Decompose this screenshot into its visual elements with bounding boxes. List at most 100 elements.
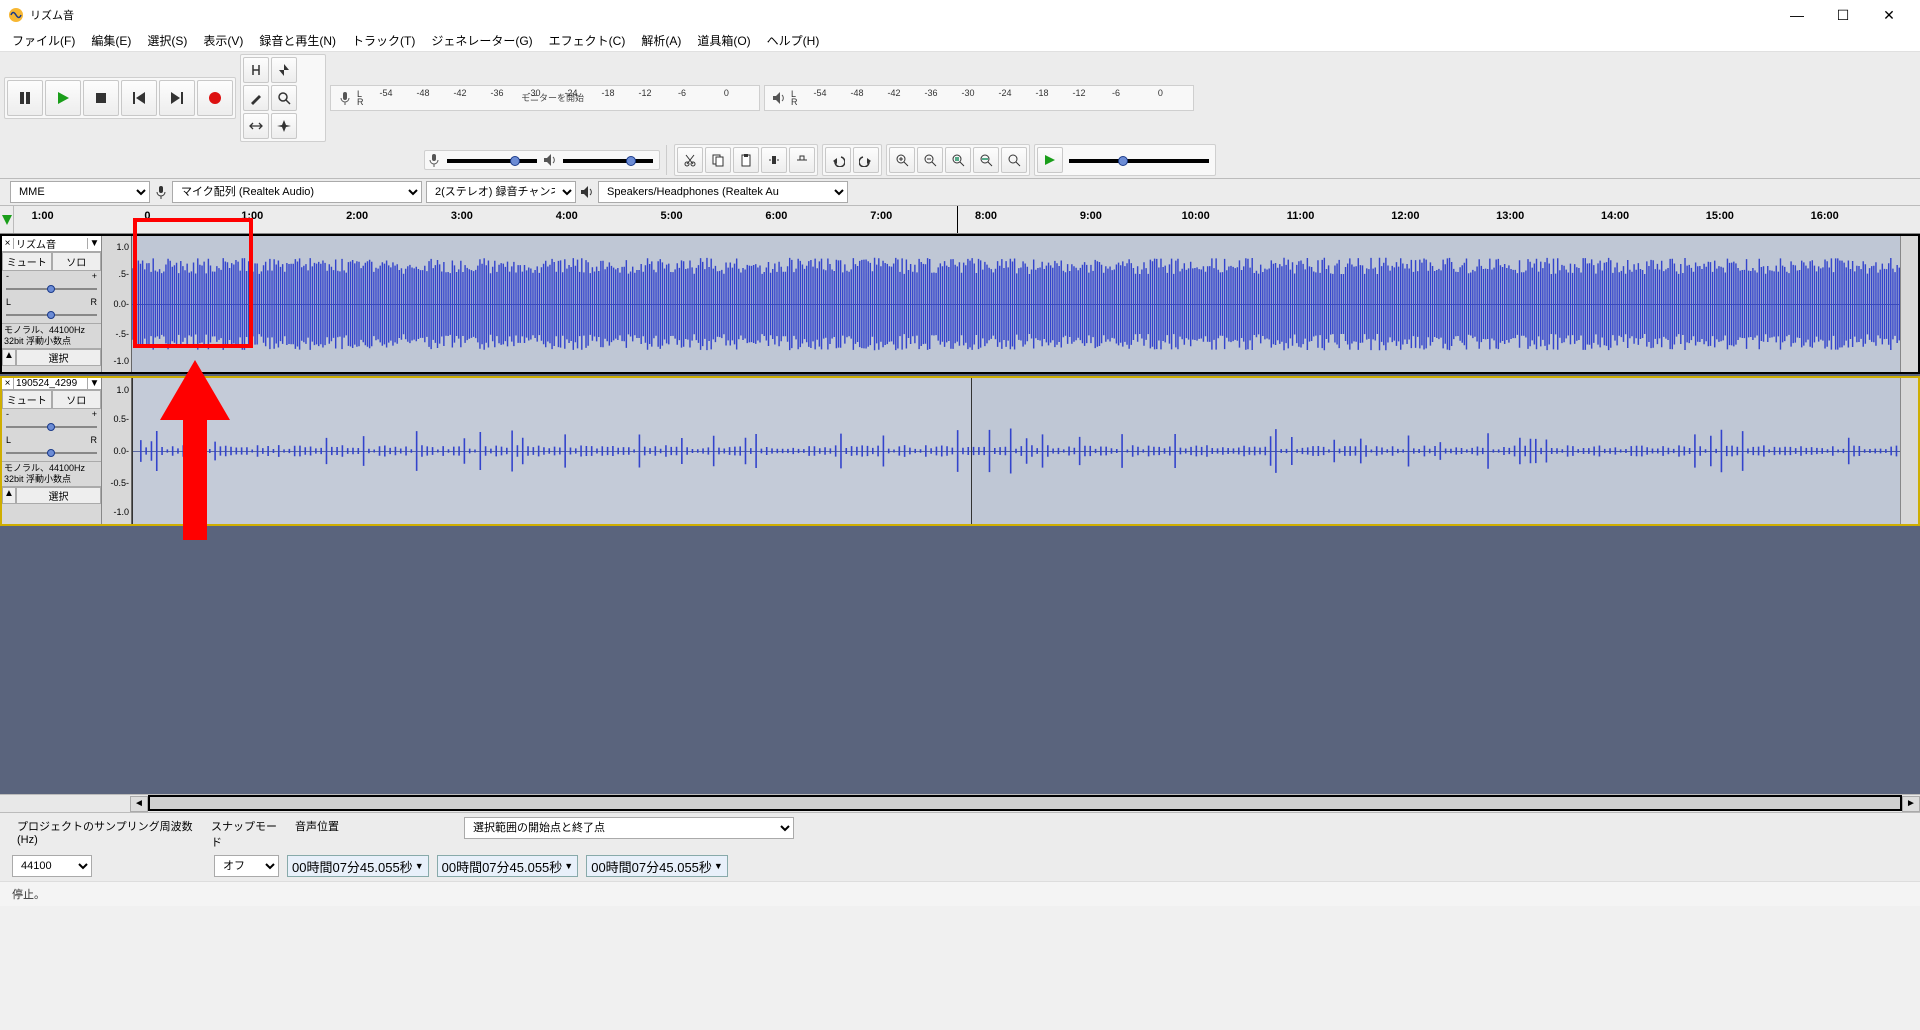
gain-slider[interactable] — [6, 282, 97, 296]
zoom-toggle-button[interactable] — [1001, 147, 1027, 173]
zoom-toolbar — [886, 144, 1030, 176]
undo-button[interactable] — [825, 147, 851, 173]
mute-button[interactable]: ミュート — [2, 390, 52, 409]
waveform[interactable] — [132, 378, 1900, 524]
paste-button[interactable] — [733, 147, 759, 173]
mixer-toolbar — [424, 150, 660, 170]
recording-volume-slider[interactable] — [447, 154, 537, 166]
maximize-button[interactable]: ☐ — [1820, 0, 1866, 30]
record-button[interactable] — [197, 80, 233, 116]
vertical-scale[interactable]: 1.0 .5- 0.0- -.5- -1.0 — [102, 236, 132, 372]
minimize-button[interactable]: — — [1774, 0, 1820, 30]
copy-button[interactable] — [705, 147, 731, 173]
close-button[interactable]: ✕ — [1866, 0, 1912, 30]
envelope-tool[interactable] — [271, 57, 297, 83]
transport-toolbar — [4, 77, 236, 119]
track-select-button[interactable]: 選択 — [16, 349, 101, 366]
vertical-scale[interactable]: 1.0 0.5- 0.0- -0.5- -1.0 — [102, 378, 132, 524]
zoom-tool[interactable] — [271, 85, 297, 111]
zoom-out-button[interactable] — [917, 147, 943, 173]
selection-mode-select[interactable]: 選択範囲の開始点と終了点 — [464, 817, 794, 839]
draw-tool[interactable] — [243, 85, 269, 111]
window-title: リズム音 — [30, 7, 74, 23]
timeline-ruler[interactable]: 1:00 0 1:00 2:00 3:00 4:00 5:00 6:00 7:0… — [0, 206, 1920, 234]
meter-lr-label: LR — [357, 90, 364, 106]
pan-slider[interactable] — [6, 446, 97, 460]
collapse-button[interactable]: ▲ — [2, 487, 16, 504]
snap-label: スナップモード — [206, 817, 286, 851]
waveform[interactable] — [132, 236, 1900, 372]
mic-icon — [154, 185, 168, 199]
menu-tracks[interactable]: トラック(T) — [344, 30, 423, 51]
selection-end-time[interactable]: 00時間07分45.055秒▼ — [586, 855, 728, 877]
speaker-icon — [580, 185, 594, 199]
playatspeed-toolbar — [1034, 144, 1216, 176]
solo-button[interactable]: ソロ — [52, 390, 102, 409]
recording-channels-select[interactable]: 2(ステレオ) 録音チャンネル — [426, 181, 576, 203]
play-at-speed-button[interactable] — [1037, 147, 1063, 173]
recording-meter[interactable]: LR モニターを開始 -54 -48 -42 -36 -30 -24 -18 -… — [330, 85, 760, 111]
audio-host-select[interactable]: MME — [10, 181, 150, 203]
playback-speed-slider[interactable] — [1069, 154, 1209, 166]
vertical-scrollbar[interactable] — [1900, 378, 1918, 524]
track-menu-dropdown[interactable]: ▼ — [87, 378, 101, 389]
redo-button[interactable] — [853, 147, 879, 173]
playback-meter[interactable]: LR -54 -48 -42 -36 -30 -24 -18 -12 -6 0 — [764, 85, 1194, 111]
menu-file[interactable]: ファイル(F) — [4, 30, 83, 51]
selection-tool[interactable] — [243, 57, 269, 83]
audio-position-time[interactable]: 00時間07分45.055秒▼ — [287, 855, 429, 877]
timeshift-tool[interactable] — [243, 113, 269, 139]
skip-end-button[interactable] — [159, 80, 195, 116]
vertical-scrollbar[interactable] — [1900, 236, 1918, 372]
track-name[interactable]: リズム音 — [14, 236, 87, 251]
mic-icon — [427, 153, 441, 167]
pause-button[interactable] — [7, 80, 43, 116]
track-menu-dropdown[interactable]: ▼ — [87, 238, 101, 249]
skip-start-button[interactable] — [121, 80, 157, 116]
gain-slider[interactable] — [6, 420, 97, 434]
menu-generate[interactable]: ジェネレーター(G) — [423, 30, 540, 51]
menu-effect[interactable]: エフェクト(C) — [541, 30, 634, 51]
pan-slider[interactable] — [6, 308, 97, 322]
status-bar: 停止。 — [0, 881, 1920, 906]
pin-icon[interactable] — [0, 206, 14, 233]
playback-device-select[interactable]: Speakers/Headphones (Realtek Au — [598, 181, 848, 203]
recording-device-select[interactable]: マイク配列 (Realtek Audio) — [172, 181, 422, 203]
menu-transport[interactable]: 録音と再生(N) — [251, 30, 344, 51]
horizontal-scrollbar[interactable]: ◄ ► — [0, 794, 1920, 812]
cut-button[interactable] — [677, 147, 703, 173]
menu-help[interactable]: ヘルプ(H) — [759, 30, 828, 51]
tools-toolbar — [240, 54, 326, 142]
edit-toolbar — [674, 144, 818, 176]
track-close-button[interactable]: × — [2, 378, 14, 389]
fit-project-button[interactable] — [973, 147, 999, 173]
zoom-in-button[interactable] — [889, 147, 915, 173]
menu-select[interactable]: 選択(S) — [139, 30, 195, 51]
fit-selection-button[interactable] — [945, 147, 971, 173]
snap-mode-select[interactable]: オフ — [214, 855, 279, 877]
track-select-button[interactable]: 選択 — [16, 487, 101, 504]
speaker-icon — [543, 153, 557, 167]
track-close-button[interactable]: × — [2, 238, 14, 249]
menubar: ファイル(F) 編集(E) 選択(S) 表示(V) 録音と再生(N) トラック(… — [0, 30, 1920, 52]
track-control-panel[interactable]: × リズム音 ▼ ミュート ソロ -+ LR モノラル、44100Hz32bit… — [2, 236, 102, 372]
collapse-button[interactable]: ▲ — [2, 349, 16, 366]
project-rate-select[interactable]: 44100 — [12, 855, 92, 877]
menu-edit[interactable]: 編集(E) — [83, 30, 139, 51]
menu-analyze[interactable]: 解析(A) — [633, 30, 689, 51]
track-control-panel[interactable]: × 190524_4299 ▼ ミュート ソロ -+ LR モノラル、44100… — [2, 378, 102, 524]
multi-tool[interactable] — [271, 113, 297, 139]
mute-button[interactable]: ミュート — [2, 252, 52, 271]
track-name[interactable]: 190524_4299 — [14, 378, 87, 389]
solo-button[interactable]: ソロ — [52, 252, 102, 271]
tracks-area: × リズム音 ▼ ミュート ソロ -+ LR モノラル、44100Hz32bit… — [0, 234, 1920, 794]
selection-start-time[interactable]: 00時間07分45.055秒▼ — [437, 855, 579, 877]
stop-button[interactable] — [83, 80, 119, 116]
trim-button[interactable] — [761, 147, 787, 173]
playback-volume-slider[interactable] — [563, 154, 653, 166]
menu-view[interactable]: 表示(V) — [195, 30, 251, 51]
silence-button[interactable] — [789, 147, 815, 173]
play-button[interactable] — [45, 80, 81, 116]
selection-toolbar: プロジェクトのサンプリング周波数 (Hz) スナップモード 音声位置 選択範囲の… — [0, 812, 1920, 881]
menu-tools[interactable]: 道具箱(O) — [689, 30, 758, 51]
